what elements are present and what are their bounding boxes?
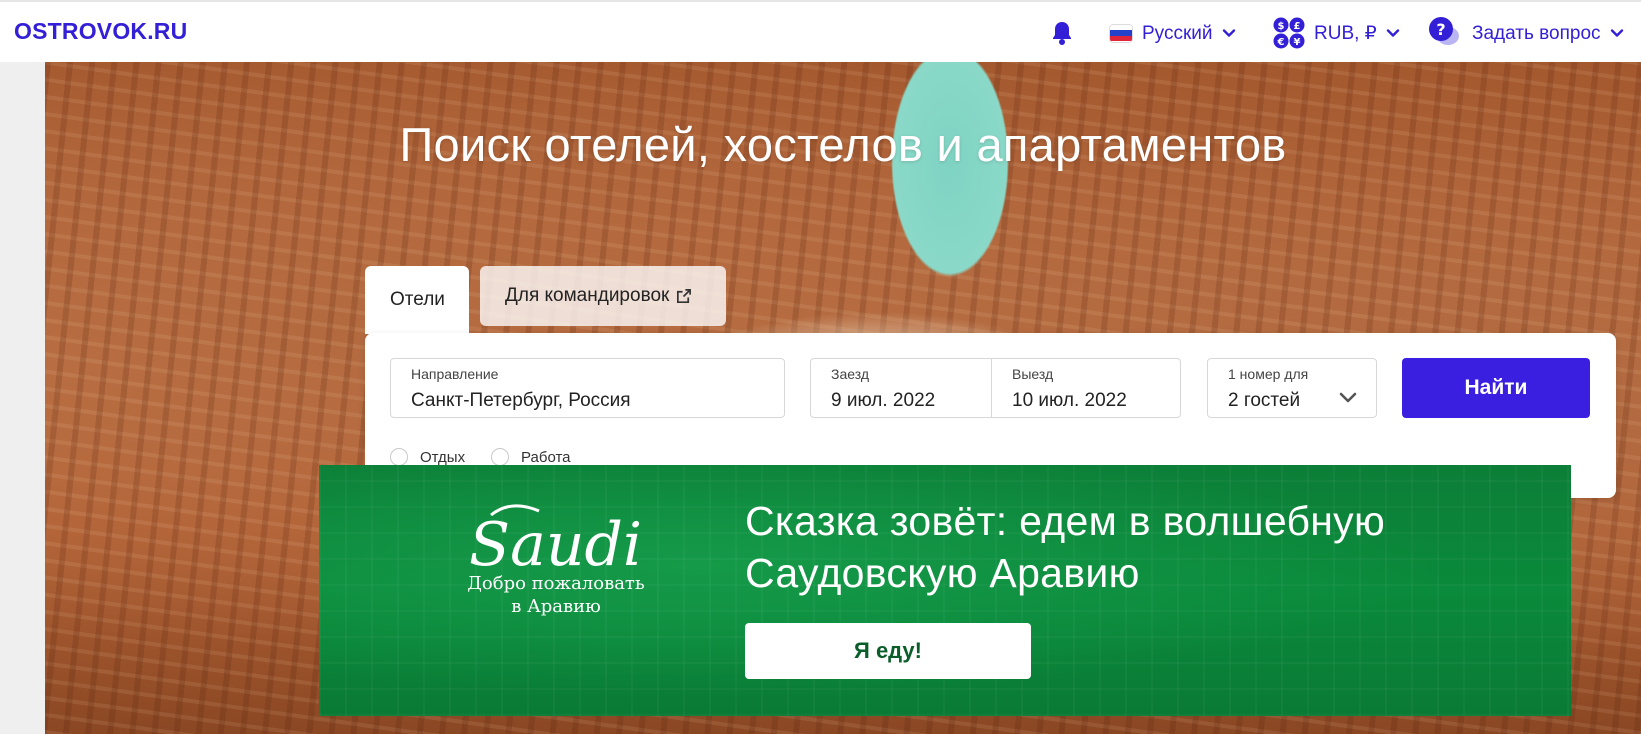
guests-label: 1 номер для	[1228, 366, 1309, 382]
destination-label: Направление	[411, 366, 499, 382]
checkin-label: Заезд	[831, 366, 870, 382]
saudi-caption-line1: Добро пожаловать	[467, 573, 645, 594]
page-title: Поиск отелей, хостелов и апартаментов	[399, 118, 1287, 171]
promo-cta-button[interactable]: Я еду!	[745, 623, 1031, 679]
guests-value: 2 гостей	[1228, 390, 1301, 411]
currency-exchange-icon: $ £ € ¥	[1273, 17, 1305, 49]
chevron-down-icon	[1339, 392, 1357, 403]
top-header: OSTROVOK.RU Русский $ £ € ¥ RUB, ₽ ? Зад…	[0, 0, 1641, 62]
currency-selector[interactable]: $ £ € ¥ RUB, ₽	[1272, 16, 1401, 50]
russia-flag-icon	[1110, 24, 1132, 42]
question-bubble-icon: ?	[1429, 17, 1459, 45]
svg-text:¥: ¥	[1294, 37, 1301, 48]
checkout-field[interactable]: Выезд 10 июл. 2022	[991, 358, 1181, 418]
external-link-icon	[677, 288, 692, 303]
svg-text:?: ?	[1436, 20, 1445, 39]
purpose-leisure-label: Отдых	[420, 448, 466, 466]
svg-text:$: $	[1278, 21, 1285, 32]
language-selector[interactable]: Русский	[1110, 16, 1237, 50]
checkin-field[interactable]: Заезд 9 июл. 2022	[810, 358, 992, 418]
checkin-date[interactable]: 9 июл. 2022	[831, 390, 971, 412]
chevron-down-icon	[1222, 29, 1235, 37]
chevron-down-icon	[1386, 29, 1399, 37]
checkout-date[interactable]: 10 июл. 2022	[1012, 390, 1160, 412]
saudi-logo-wordmark: Saudi	[469, 510, 642, 580]
promo-title: Сказка зовёт: едем в волшебную Саудовску…	[745, 495, 1505, 599]
checkout-label: Выезд	[1012, 366, 1054, 382]
tab-business-trips[interactable]: Для командировок	[480, 266, 726, 326]
svg-text:€: €	[1277, 37, 1285, 48]
language-label: Русский	[1142, 22, 1213, 44]
site-logo[interactable]: OSTROVOK.RU	[14, 18, 187, 45]
tab-hotels-label: Отели	[390, 289, 445, 310]
purpose-radio-work[interactable]: Работа	[491, 448, 571, 466]
purpose-radio-leisure[interactable]: Отдых	[390, 448, 465, 466]
radio-circle[interactable]	[491, 448, 509, 466]
bell-icon	[1053, 22, 1071, 45]
ask-question-button[interactable]: ? Задать вопрос	[1428, 16, 1625, 50]
search-button[interactable]: Найти	[1402, 358, 1590, 418]
chevron-down-icon	[1610, 29, 1623, 37]
currency-label: RUB, ₽	[1314, 22, 1377, 44]
tab-hotels[interactable]: Отели	[365, 266, 469, 334]
promo-title-line2: Саудовскую Аравию	[745, 550, 1140, 596]
destination-field[interactable]: Направление Санкт-Петербург, Россия	[390, 358, 785, 418]
destination-input[interactable]: Санкт-Петербург, Россия	[411, 390, 764, 412]
promo-banner[interactable]: Saudi Добро пожаловать в Аравию Сказка з…	[319, 465, 1571, 716]
guests-selector[interactable]: 1 номер для 2 гостей	[1207, 358, 1377, 418]
saudi-caption-line2: в Аравию	[511, 596, 601, 617]
radio-circle[interactable]	[390, 448, 408, 466]
tab-business-trips-label: Для командировок	[505, 285, 670, 306]
svg-text:£: £	[1294, 21, 1301, 32]
ask-question-label: Задать вопрос	[1472, 22, 1601, 44]
purpose-work-label: Работа	[521, 448, 571, 466]
notifications-button[interactable]	[1050, 16, 1074, 50]
promo-title-line1: Сказка зовёт: едем в волшебную	[745, 498, 1386, 544]
saudi-logo-caption: Добро пожаловать в Аравию	[451, 572, 661, 618]
